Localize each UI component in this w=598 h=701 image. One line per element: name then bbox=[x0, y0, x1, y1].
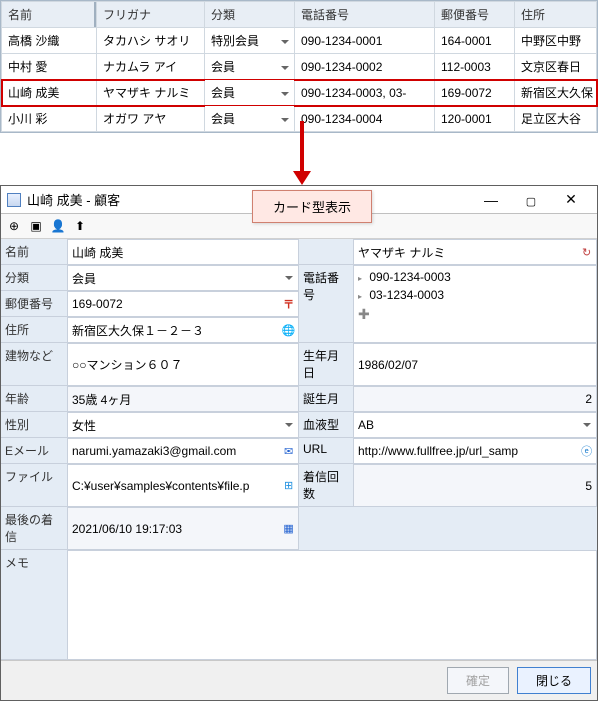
label-bmonth: 誕生月 bbox=[299, 386, 353, 412]
minimize-button[interactable] bbox=[471, 192, 511, 208]
field-memo[interactable] bbox=[67, 550, 597, 660]
field-last: 2021/06/10 19:17:03▦ bbox=[67, 507, 299, 550]
globe-icon[interactable]: 🌐 bbox=[281, 322, 296, 338]
maximize-button[interactable] bbox=[511, 192, 551, 208]
col-name[interactable]: 名前 bbox=[2, 2, 97, 28]
close-button[interactable]: 閉じる bbox=[517, 667, 591, 694]
field-furigana[interactable]: ↻ bbox=[353, 239, 597, 265]
ie-icon[interactable]: ⓔ bbox=[579, 443, 594, 459]
label-sex: 性別 bbox=[1, 412, 67, 438]
window-title: 山崎 成美 - 顧客 bbox=[27, 190, 471, 209]
field-blood[interactable] bbox=[353, 412, 597, 438]
table-row[interactable]: 高橋 沙織タカハシ サオリ特別会員090-1234-0001164-0001中野… bbox=[2, 28, 597, 54]
phone-list[interactable]: ▸ 090-1234-0003 ▸ 03-1234-0003 ✚ bbox=[353, 265, 597, 343]
label-name: 名前 bbox=[1, 239, 67, 265]
field-name[interactable] bbox=[67, 239, 299, 265]
col-type[interactable]: 分類 bbox=[205, 2, 295, 28]
field-bldg[interactable] bbox=[67, 343, 299, 386]
label-zip: 郵便番号 bbox=[1, 291, 67, 317]
label-type: 分類 bbox=[1, 265, 67, 291]
col-zip[interactable]: 郵便番号 bbox=[435, 2, 515, 28]
new-icon[interactable]: ⊕ bbox=[5, 217, 23, 235]
label-phone: 電話番号 bbox=[299, 265, 353, 343]
button-bar: 確定 閉じる bbox=[1, 660, 597, 700]
label-age: 年齢 bbox=[1, 386, 67, 412]
save-icon[interactable]: ▣ bbox=[27, 217, 45, 235]
chevron-down-icon[interactable] bbox=[283, 270, 296, 286]
label-birth: 生年月日 bbox=[299, 343, 353, 386]
table-row[interactable]: 小川 彩オガワ アヤ会員090-1234-0004120-0001足立区大谷 bbox=[2, 106, 597, 132]
grid-header-row: 名前 フリガナ 分類 電話番号 郵便番号 住所 bbox=[2, 2, 597, 28]
field-url[interactable]: ⓔ bbox=[353, 438, 597, 464]
calendar-icon[interactable]: ▦ bbox=[281, 521, 296, 537]
table-row[interactable]: 山崎 成美ヤマザキ ナルミ会員090-1234-0003, 03-169-007… bbox=[2, 80, 597, 106]
label-memo: メモ bbox=[1, 550, 67, 660]
col-addr[interactable]: 住所 bbox=[515, 2, 597, 28]
label-blood: 血液型 bbox=[299, 412, 353, 438]
callout-label: カード型表示 bbox=[252, 190, 372, 223]
label-email: Eメール bbox=[1, 438, 67, 464]
field-type[interactable] bbox=[67, 265, 299, 291]
confirm-button[interactable]: 確定 bbox=[447, 667, 509, 694]
data-grid: 名前 フリガナ 分類 電話番号 郵便番号 住所 高橋 沙織タカハシ サオリ特別会… bbox=[0, 0, 598, 133]
user-icon[interactable]: 👤 bbox=[49, 217, 67, 235]
card-window: 山崎 成美 - 顧客 ⊕ ▣ 👤 ⬆ 名前 ↻ 分類 bbox=[0, 185, 598, 701]
label-calls: 着信回数 bbox=[299, 464, 353, 507]
windows-icon[interactable]: ⊞ bbox=[281, 478, 296, 494]
label-file: ファイル bbox=[1, 464, 67, 507]
field-sex[interactable] bbox=[67, 412, 299, 438]
form: 名前 ↻ 分類 郵便番号 〒 住所 🌐 bbox=[1, 239, 597, 660]
field-calls: 5 bbox=[353, 464, 597, 507]
sync-icon[interactable]: ↻ bbox=[579, 244, 594, 260]
chevron-down-icon[interactable] bbox=[581, 417, 594, 433]
label-last: 最後の着信 bbox=[1, 507, 67, 550]
field-addr[interactable]: 🌐 bbox=[67, 317, 299, 343]
add-phone-button[interactable]: ✚ bbox=[358, 304, 592, 325]
mail-icon[interactable]: ✉ bbox=[281, 443, 296, 459]
label-furigana bbox=[299, 239, 353, 265]
app-icon bbox=[7, 193, 21, 207]
arrow-annotation bbox=[0, 133, 598, 193]
field-bmonth: 2 bbox=[353, 386, 597, 412]
table-row[interactable]: 中村 愛ナカムラ アイ会員090-1234-0002112-0003文京区春日 bbox=[2, 54, 597, 80]
field-email[interactable]: ✉ bbox=[67, 438, 299, 464]
export-icon[interactable]: ⬆ bbox=[71, 217, 89, 235]
label-bldg: 建物など bbox=[1, 343, 67, 386]
label-addr: 住所 bbox=[1, 317, 67, 343]
field-age: 35歳 4ヶ月 bbox=[67, 386, 299, 412]
label-url: URL bbox=[299, 438, 353, 464]
field-zip[interactable]: 〒 bbox=[67, 291, 299, 317]
col-kana[interactable]: フリガナ bbox=[97, 2, 205, 28]
close-window-button[interactable] bbox=[551, 191, 591, 208]
col-phone[interactable]: 電話番号 bbox=[295, 2, 435, 28]
field-file[interactable]: ⊞ bbox=[67, 464, 299, 507]
field-birth[interactable] bbox=[353, 343, 597, 386]
postal-icon[interactable]: 〒 bbox=[281, 296, 296, 312]
chevron-down-icon[interactable] bbox=[283, 417, 296, 433]
